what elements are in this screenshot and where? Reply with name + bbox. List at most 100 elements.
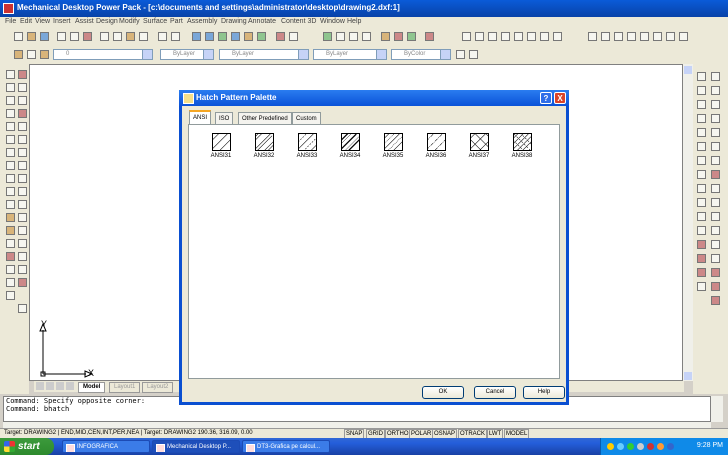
scale-icon[interactable] [18, 161, 27, 170]
menu-item-annotate[interactable]: Annotate [248, 18, 276, 25]
snap-parallel-icon[interactable] [711, 198, 720, 207]
snap-intersection-icon[interactable] [711, 100, 720, 109]
polyline-icon[interactable] [6, 96, 15, 105]
dimension-icon-f[interactable] [653, 32, 662, 41]
canvas-vertical-scrollbar[interactable] [683, 64, 693, 381]
task-dt3-grafica[interactable]: DT3-Grafica pe calcul... [242, 440, 330, 453]
zoom-extents-icon[interactable] [501, 32, 510, 41]
circle-icon[interactable] [6, 148, 15, 157]
tray-icon-b[interactable] [617, 443, 624, 450]
zoom-center-icon[interactable] [527, 32, 536, 41]
menu-item-insert[interactable]: Insert [53, 18, 71, 25]
rectangle-icon[interactable] [6, 122, 15, 131]
chamfer-icon[interactable] [18, 252, 27, 261]
menu-item-content3d[interactable]: Content 3D [281, 18, 316, 25]
pattern-ansi37[interactable]: ANSI37 [460, 133, 498, 163]
snap-none-icon[interactable] [711, 254, 720, 263]
snap-nearest-icon[interactable] [711, 240, 720, 249]
toolbar-icon-b[interactable] [205, 32, 214, 41]
snap-endpoint-icon[interactable] [711, 72, 720, 81]
fillet-icon[interactable] [18, 265, 27, 274]
snap-node-icon[interactable] [711, 226, 720, 235]
toolbar-icon-c[interactable] [218, 32, 227, 41]
tab-layout1[interactable]: Layout1 [109, 382, 141, 393]
pattern-ansi38[interactable]: ANSI38 [503, 133, 541, 163]
app-icon[interactable] [3, 3, 14, 14]
plotstyle-combo[interactable]: ByColor [391, 49, 451, 60]
dim-baseline-icon[interactable] [697, 170, 706, 179]
revision-cloud-icon[interactable] [6, 161, 15, 170]
toolbar-icon-g[interactable] [276, 32, 285, 41]
snap-quadrant-icon[interactable] [711, 156, 720, 165]
ellipse-icon[interactable] [6, 187, 15, 196]
ok-button[interactable]: OK [422, 386, 464, 399]
dimension-icon-a[interactable] [588, 32, 597, 41]
tray-icon-c[interactable] [627, 443, 634, 450]
menu-item-modify[interactable]: Modify [119, 18, 140, 25]
tray-icon-f[interactable] [667, 443, 674, 450]
task-mechanical-desktop[interactable]: Mechanical Desktop P... [152, 440, 240, 453]
paste-icon[interactable] [126, 32, 135, 41]
layer-combo[interactable]: 0 [53, 49, 153, 60]
command-scrollbar[interactable] [711, 396, 723, 422]
leader-icon[interactable] [697, 198, 706, 207]
save-icon[interactable] [40, 32, 49, 41]
task-infografica[interactable]: INFOGRAFICA [62, 440, 150, 453]
zoom-previous-icon[interactable] [362, 32, 371, 41]
tab-last-icon[interactable] [66, 382, 74, 390]
break-icon[interactable] [18, 226, 27, 235]
pattern-ansi35[interactable]: ANSI35 [374, 133, 412, 163]
snap-midpoint-icon[interactable] [711, 86, 720, 95]
menu-item-window[interactable]: Window [320, 18, 345, 25]
tray-icon-a[interactable] [607, 443, 614, 450]
line-icon[interactable] [6, 70, 15, 79]
dim-edit-icon[interactable] [697, 240, 706, 249]
menu-item-file[interactable]: File [5, 18, 16, 25]
menu-item-part[interactable]: Part [170, 18, 183, 25]
toolbar-icon-k[interactable] [456, 50, 465, 59]
insert-block-icon[interactable] [6, 213, 15, 222]
start-button[interactable]: start [0, 438, 54, 455]
lineweight-combo[interactable]: ByLayer [313, 49, 387, 60]
dim-continue-icon[interactable] [697, 184, 706, 193]
tray-icon-d[interactable] [647, 443, 654, 450]
zoom-out-icon[interactable] [475, 32, 484, 41]
zoom-realtime-icon[interactable] [336, 32, 345, 41]
snap-apparent-icon[interactable] [711, 114, 720, 123]
tab-layout2[interactable]: Layout2 [142, 382, 174, 393]
snap-extension-icon[interactable] [711, 128, 720, 137]
snap-insert-icon[interactable] [711, 212, 720, 221]
snap-clear-icon[interactable] [711, 282, 720, 291]
snap-extra-icon[interactable] [711, 296, 720, 305]
tab-next-icon[interactable] [56, 382, 64, 390]
zoom-object-icon[interactable] [553, 32, 562, 41]
offset-icon[interactable] [18, 109, 27, 118]
dim-angular-icon[interactable] [697, 142, 706, 151]
rotate-icon[interactable] [18, 148, 27, 157]
cut-icon[interactable] [100, 32, 109, 41]
dim-text-edit-icon[interactable] [697, 254, 706, 263]
color-combo[interactable]: ByLayer [160, 49, 214, 60]
toolbar-icon-l[interactable] [469, 50, 478, 59]
pan-icon[interactable] [323, 32, 332, 41]
move-icon[interactable] [18, 135, 27, 144]
menu-item-assembly[interactable]: Assembly [187, 18, 217, 25]
dimension-icon-h[interactable] [679, 32, 688, 41]
dimension-icon-b[interactable] [601, 32, 610, 41]
zoom-dynamic-icon[interactable] [540, 32, 549, 41]
toolbar-icon-j[interactable] [407, 32, 416, 41]
dim-linear-icon[interactable] [697, 72, 706, 81]
help-icon[interactable] [425, 32, 434, 41]
menu-item-edit[interactable]: Edit [20, 18, 32, 25]
speaker-icon[interactable] [637, 443, 644, 450]
trim-icon[interactable] [18, 200, 27, 209]
layer-manager-icon[interactable] [14, 50, 23, 59]
tab-prev-icon[interactable] [46, 382, 54, 390]
copy-icon[interactable] [113, 32, 122, 41]
cancel-button[interactable]: Cancel [474, 386, 516, 399]
dimension-icon-e[interactable] [640, 32, 649, 41]
menu-item-assist[interactable]: Assist [75, 18, 94, 25]
menu-item-surface[interactable]: Surface [143, 18, 167, 25]
scroll-up-icon[interactable] [684, 66, 692, 74]
snap-settings-icon[interactable] [711, 268, 720, 277]
